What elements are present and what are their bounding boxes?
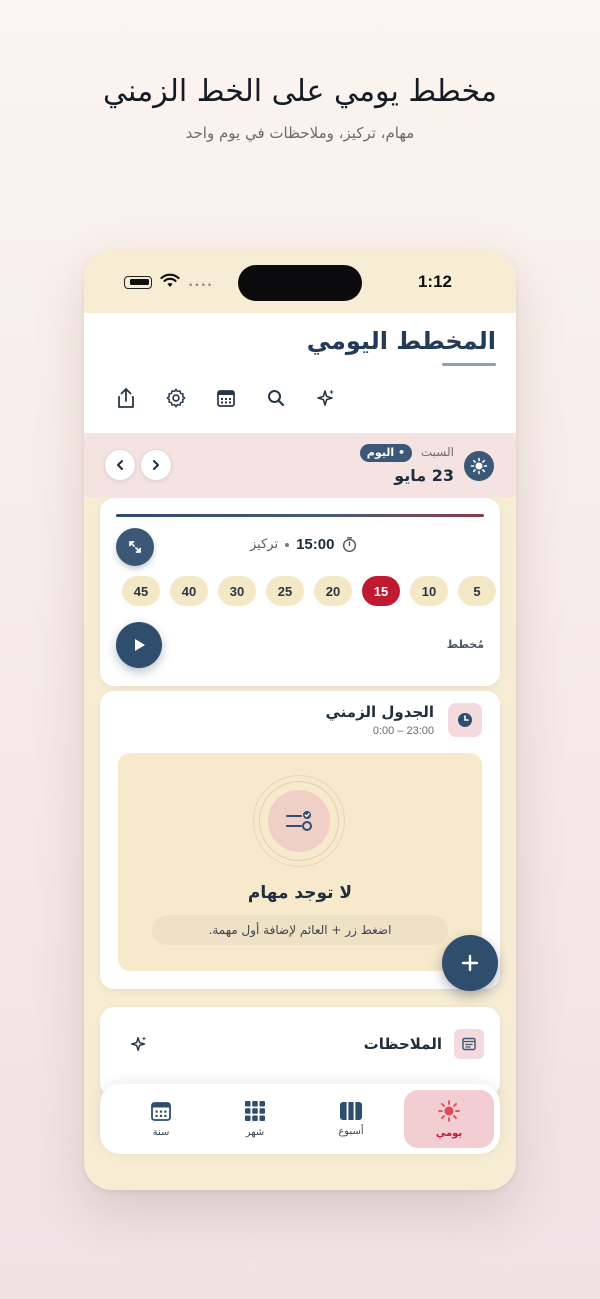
phone-frame: •••• 1:12 المخطط اليومي السبت • اليوم 23… bbox=[84, 250, 516, 1190]
sun-icon bbox=[438, 1100, 460, 1122]
search-icon bbox=[268, 390, 285, 407]
search-button[interactable] bbox=[264, 386, 288, 410]
bottom-nav: يومي أسبوع شهر سنة bbox=[100, 1084, 500, 1154]
settings-button[interactable] bbox=[164, 386, 188, 410]
play-button[interactable] bbox=[116, 622, 162, 668]
status-bar: •••• 1:12 bbox=[84, 250, 516, 314]
grid-icon bbox=[245, 1101, 265, 1121]
duration-chip-15[interactable]: 15 bbox=[362, 576, 400, 606]
focus-time: 15:00 bbox=[296, 536, 335, 553]
nav-label: شهر bbox=[245, 1127, 265, 1138]
timeline-title: الجدول الزمني bbox=[325, 703, 434, 721]
week-columns-icon bbox=[340, 1102, 362, 1120]
stopwatch-icon bbox=[343, 537, 357, 553]
gear-icon bbox=[166, 388, 186, 408]
share-button[interactable] bbox=[114, 386, 138, 410]
nav-item-year[interactable]: سنة bbox=[116, 1090, 206, 1148]
empty-ring bbox=[253, 775, 345, 867]
sparkle-icon[interactable] bbox=[130, 1035, 148, 1053]
battery-icon bbox=[124, 276, 152, 289]
focus-info: 15:00 تركيز bbox=[250, 536, 358, 553]
current-date: 23 مايو bbox=[394, 466, 454, 485]
nav-label: سنة bbox=[152, 1127, 170, 1138]
hero-subtitle: مهام، تركيز، وملاحظات في يوم واحد bbox=[185, 124, 415, 142]
share-icon bbox=[118, 388, 134, 408]
calendar-icon bbox=[217, 390, 235, 407]
title-underline bbox=[442, 363, 496, 366]
hero-title: مخطط يومي على الخط الزمني bbox=[103, 74, 497, 109]
calendar-button[interactable] bbox=[214, 386, 238, 410]
prev-day-button[interactable] bbox=[104, 449, 136, 481]
timeline-badge bbox=[448, 703, 482, 737]
task-list-icon bbox=[268, 790, 330, 852]
nav-item-month[interactable]: شهر bbox=[210, 1090, 300, 1148]
status-time: 1:12 bbox=[417, 272, 452, 291]
calendar-icon bbox=[151, 1102, 171, 1121]
empty-state: لا توجد مهام اضغط زر + العائم لإضافة أول… bbox=[118, 753, 482, 971]
clock-icon bbox=[458, 713, 472, 727]
sun-icon bbox=[470, 457, 488, 475]
duration-chip-40[interactable]: 40 bbox=[170, 576, 208, 606]
date-bar: السبت • اليوم 23 مايو bbox=[84, 433, 516, 497]
checklist-icon bbox=[286, 811, 312, 831]
duration-chip-30[interactable]: 30 bbox=[218, 576, 256, 606]
wifi-icon bbox=[160, 273, 180, 287]
timeline-card: الجدول الزمني 0:00 – 23:00 لا توجد مهام … bbox=[100, 691, 500, 989]
day-mode-button[interactable] bbox=[464, 451, 494, 481]
day-name: السبت bbox=[420, 445, 454, 459]
empty-hint: اضغط زر + العائم لإضافة أول مهمة. bbox=[152, 915, 448, 945]
expand-button[interactable] bbox=[116, 528, 154, 566]
focus-progress-bar bbox=[116, 514, 484, 517]
focus-card: 15:00 تركيز 45 40 30 25 20 15 10 5 مُخطط bbox=[100, 498, 500, 686]
page-title: المخطط اليومي bbox=[306, 327, 496, 355]
duration-chip-20[interactable]: 20 bbox=[314, 576, 352, 606]
duration-chips: 45 40 30 25 20 15 10 5 bbox=[122, 576, 496, 606]
toolbar bbox=[114, 387, 338, 409]
app-header: المخطط اليومي bbox=[84, 313, 516, 433]
plus-icon bbox=[461, 954, 479, 972]
empty-ring-inner bbox=[259, 781, 339, 861]
ai-button[interactable] bbox=[314, 386, 338, 410]
duration-chip-25[interactable]: 25 bbox=[266, 576, 304, 606]
nav-label: أسبوع bbox=[338, 1126, 364, 1137]
notes-title: الملاحظات bbox=[363, 1035, 442, 1053]
duration-chip-45[interactable]: 45 bbox=[122, 576, 160, 606]
sparkle-icon bbox=[317, 389, 334, 406]
nav-label: يومي bbox=[435, 1128, 463, 1139]
dynamic-island bbox=[238, 265, 362, 301]
signal-icon: •••• bbox=[188, 281, 214, 291]
plan-label: مُخطط bbox=[446, 638, 484, 651]
add-task-button[interactable] bbox=[442, 935, 498, 991]
duration-chip-10[interactable]: 10 bbox=[410, 576, 448, 606]
chevron-right-icon bbox=[153, 460, 159, 470]
play-icon bbox=[135, 639, 145, 651]
nav-item-week[interactable]: أسبوع bbox=[306, 1090, 396, 1148]
separator-dot bbox=[285, 542, 290, 547]
notes-icon bbox=[462, 1037, 476, 1051]
empty-title: لا توجد مهام bbox=[247, 883, 353, 903]
timeline-range: 0:00 – 23:00 bbox=[372, 725, 434, 737]
chevron-left-icon bbox=[117, 460, 123, 470]
today-badge[interactable]: • اليوم bbox=[359, 444, 412, 462]
next-day-button[interactable] bbox=[140, 449, 172, 481]
notes-badge bbox=[454, 1029, 484, 1059]
focus-label: تركيز bbox=[250, 537, 279, 552]
nav-item-daily[interactable]: يومي bbox=[404, 1090, 494, 1148]
expand-arrows-icon bbox=[129, 541, 141, 553]
duration-chip-5[interactable]: 5 bbox=[458, 576, 496, 606]
